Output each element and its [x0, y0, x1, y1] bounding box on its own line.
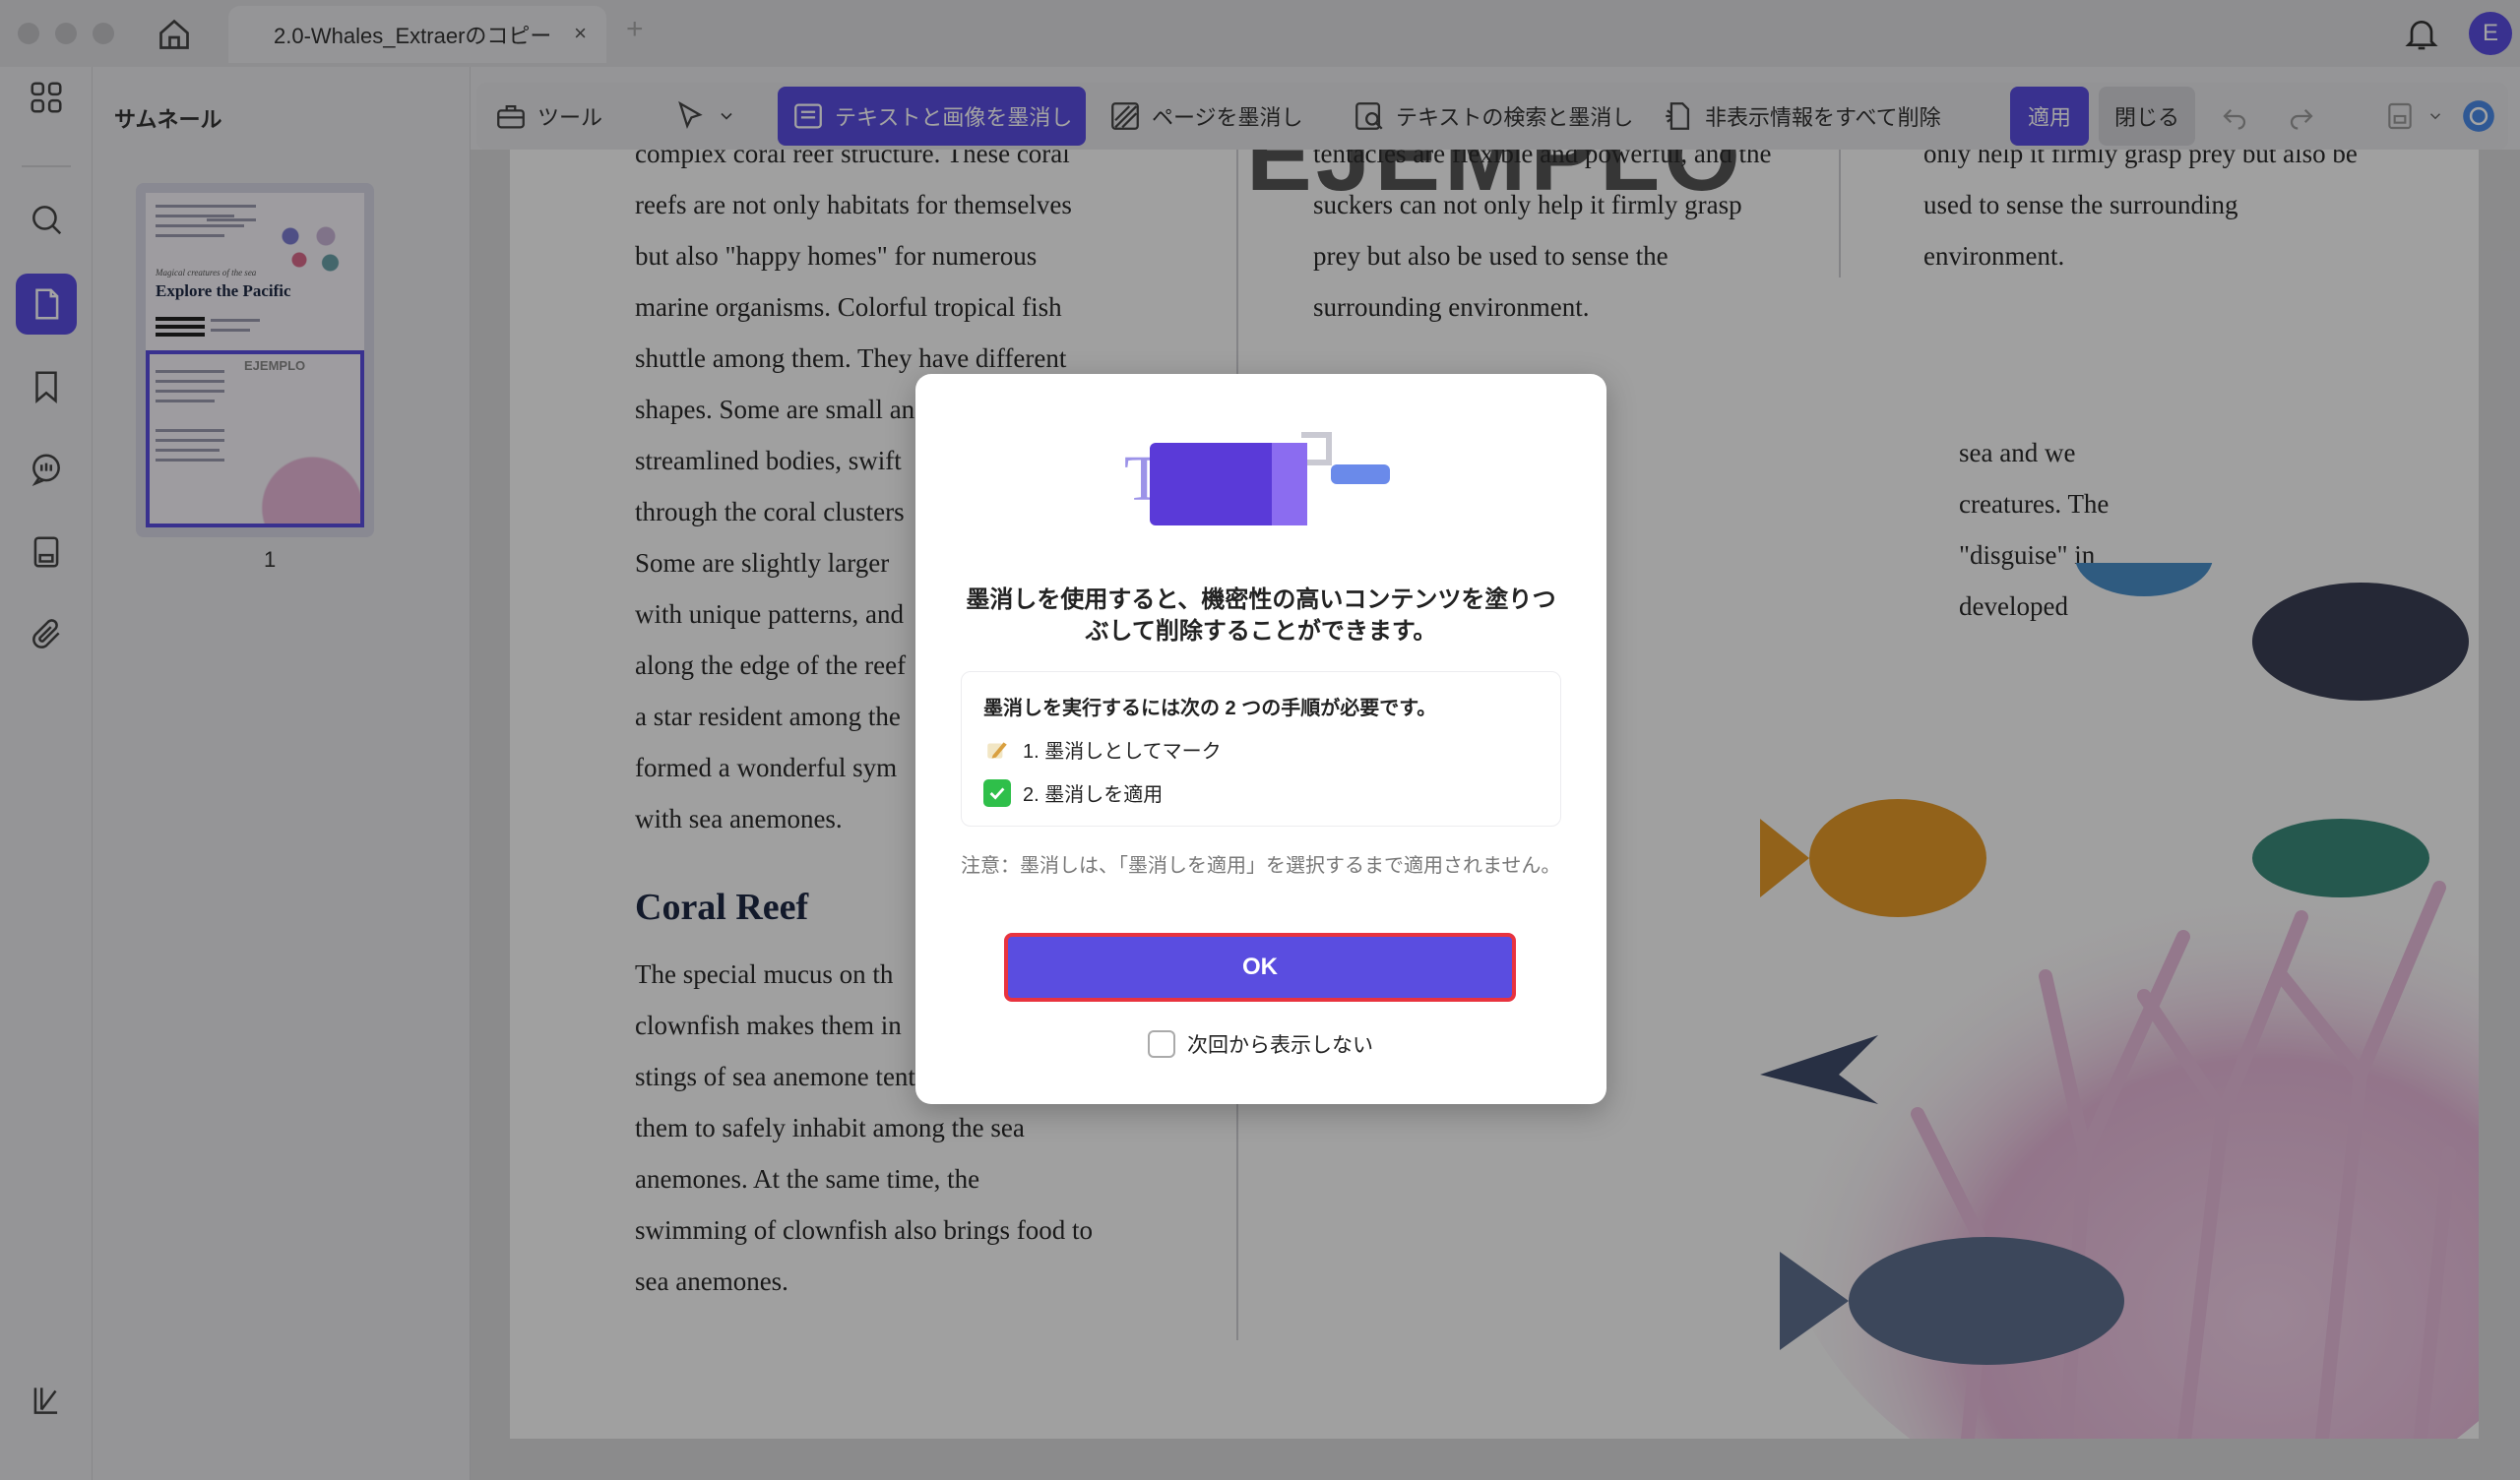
step-mark: 1. 墨消しとしてマーク — [983, 735, 1222, 764]
steps-box: 墨消しを実行するには次の 2 つの手順が必要です。 1. 墨消しとしてマーク 2… — [961, 671, 1561, 827]
dont-show-again-checkbox[interactable] — [1148, 1030, 1175, 1058]
step1-label: 1. 墨消しとしてマーク — [1023, 741, 1222, 763]
step2-label: 2. 墨消しを適用 — [1023, 784, 1164, 806]
ok-button[interactable]: OK — [1004, 933, 1516, 1002]
checkmark-icon — [983, 778, 1011, 807]
redaction-info-dialog: Text 墨消しを使用すると、機密性の高いコンテンツを塗りつぶして削除することが… — [915, 374, 1606, 1104]
app-window: 2.0-Whales_Extraerのコピー × + E サムネール Magic… — [0, 0, 2520, 1480]
pencil-note-icon — [983, 736, 1011, 764]
dialog-title: 墨消しを使用すると、機密性の高いコンテンツを塗りつぶして削除することができます。 — [966, 586, 1556, 645]
dialog-note: 注意：墨消しは、「墨消しを適用」を選択するまで適用されません。 — [961, 855, 1561, 877]
dont-show-again-label: 次回から表示しない — [1187, 1034, 1373, 1057]
step-apply: 2. 墨消しを適用 — [983, 778, 1163, 807]
paint-roller-illustration: Text — [1124, 432, 1390, 525]
steps-heading: 墨消しを実行するには次の 2 つの手順が必要です。 — [983, 698, 1437, 719]
dont-show-again-option[interactable]: 次回から表示しない — [1148, 1029, 1373, 1059]
